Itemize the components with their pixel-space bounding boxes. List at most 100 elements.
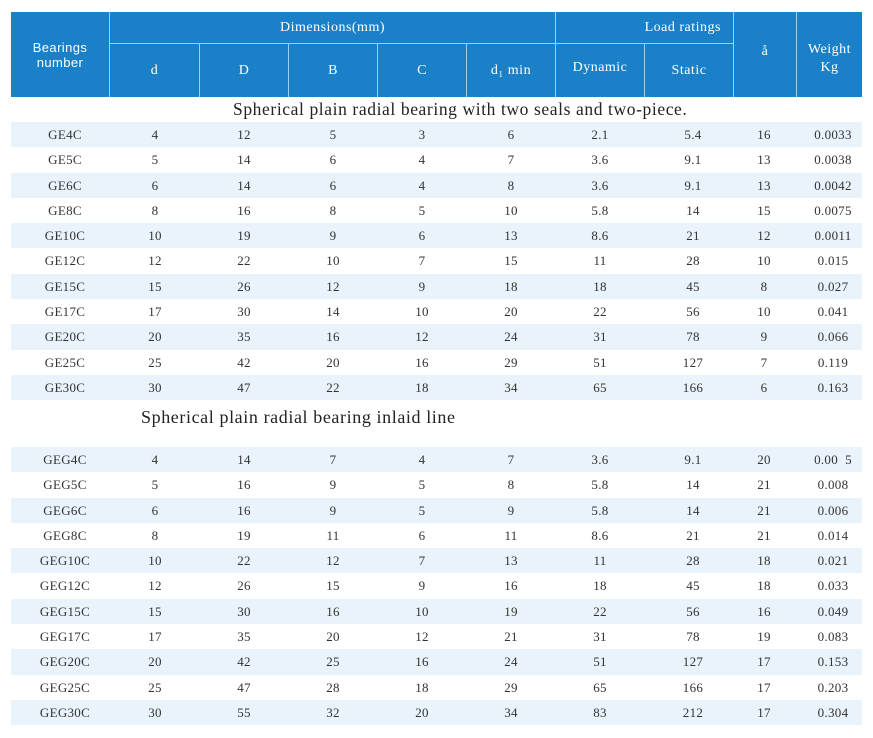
table-row: GE30C 30 47 22 18 34 65 166 6 0.163	[11, 374, 862, 401]
cell-B: 15	[326, 578, 340, 594]
cell-C: 5	[418, 502, 426, 518]
cell-d: 4	[151, 127, 159, 142]
cell-weight: 0.203	[817, 679, 849, 695]
cell-D: 19	[237, 527, 251, 543]
cell-weight: 0.304	[817, 704, 849, 720]
cell-bearing-number: GE10C	[44, 228, 86, 244]
cell-B: 22	[326, 379, 340, 395]
cell-d1-min: 34	[504, 704, 518, 720]
cell-B: 9	[329, 502, 337, 518]
cell-dynamic: 3.6	[591, 152, 609, 168]
table-row: GE12C 12 22 10 7 15 11 28 10 0.015	[11, 248, 862, 273]
cell-B: 9	[329, 477, 337, 493]
cell-d1-min: 18	[504, 278, 518, 294]
cell-dynamic: 18	[593, 578, 607, 594]
cell-B: 16	[326, 329, 340, 345]
header-dimensions-group: Dimensions(mm)	[280, 19, 385, 35]
table-row: GEG12C 12 26 15 9 16 18 45 18 0.033	[11, 573, 862, 598]
table-row: GE20C 20 35 16 12 24 31 78 9 0.066	[11, 324, 862, 350]
table-row: GEG5C 5 16 9 5 8 5.8 14 21 0.008	[11, 472, 862, 497]
cell-D: 30	[237, 603, 251, 619]
header-col-B: B	[328, 62, 338, 78]
header-col-d: d	[150, 62, 159, 78]
cell-bearing-number: GEG15C	[39, 603, 91, 619]
cell-d1-min: 20	[504, 304, 518, 320]
cell-dynamic: 51	[593, 354, 607, 370]
cell-d1-min: 11	[504, 527, 518, 543]
cell-dynamic: 18	[593, 278, 607, 294]
cell-D: 14	[237, 452, 251, 467]
table-row: GEG4C 4 14 7 4 7 3.6 9.1 20 0.00 5	[11, 447, 862, 473]
cell-bearing-number: GEG4C	[43, 452, 87, 467]
cell-D: 26	[237, 578, 251, 594]
cell-d1-min: 10	[504, 202, 518, 218]
cell-d1-min: 29	[504, 354, 518, 370]
cell-bearing-number: GEG25C	[39, 679, 91, 695]
header-col-static: Static	[671, 62, 707, 78]
cell-B: 20	[326, 629, 340, 645]
cell-d: 15	[148, 603, 162, 619]
cell-dynamic: 22	[593, 304, 607, 320]
cell-d: 15	[148, 278, 162, 294]
cell-B: 28	[326, 679, 340, 695]
cell-dynamic: 11	[593, 253, 607, 269]
cell-d1-min: 6	[507, 127, 515, 142]
bearing-table-inlaid-line: GEG4C 4 14 7 4 7 3.6 9.1 20 0.00 5 GEG5C 5 16 9 5 8 5.8 1…	[11, 447, 862, 726]
cell-C: 9	[418, 578, 426, 594]
cell-dynamic: 3.6	[591, 452, 609, 467]
cell-weight: 0.015	[817, 253, 849, 269]
cell-bearing-number: GE6C	[48, 177, 82, 193]
cell-B: 16	[326, 603, 340, 619]
header-col-angle: å	[761, 43, 769, 59]
cell-weight: 0.0038	[814, 152, 852, 168]
cell-dynamic: 51	[593, 654, 607, 670]
cell-dynamic: 11	[593, 553, 607, 569]
cell-bearing-number: GEG6C	[43, 502, 87, 518]
cell-d: 6	[151, 502, 159, 518]
cell-d: 20	[148, 654, 162, 670]
cell-C: 20	[415, 704, 429, 720]
cell-d: 8	[151, 527, 159, 543]
table-row: GE4C 4 12 5 3 6 2.1 5.4 16 0.0033	[11, 122, 862, 148]
cell-D: 26	[237, 278, 251, 294]
cell-C: 16	[415, 354, 429, 370]
cell-weight: 0.153	[817, 654, 849, 670]
cell-weight: 0.027	[817, 278, 849, 294]
cell-dynamic: 22	[593, 603, 607, 619]
table-row: GEG20C 20 42 25 16 24 51 127 17 0.153	[11, 649, 862, 675]
cell-B: 6	[329, 177, 337, 193]
table-row: GEG10C 10 22 12 7 13 11 28 18 0.021	[11, 548, 862, 574]
cell-C: 7	[418, 253, 426, 269]
cell-d: 5	[151, 477, 159, 493]
cell-d: 12	[148, 253, 162, 269]
cell-dynamic: 65	[593, 379, 607, 395]
cell-D: 42	[237, 354, 251, 370]
table-row: GEG8C 8 19 11 6 11 8.6 21 21 0.014	[11, 523, 862, 548]
cell-D: 42	[237, 654, 251, 670]
cell-weight: 0.014	[817, 527, 849, 543]
header-col-C: C	[417, 62, 427, 78]
cell-D: 14	[237, 177, 251, 193]
cell-B: 12	[326, 553, 340, 569]
cell-D: 47	[237, 679, 251, 695]
cell-dynamic: 83	[593, 704, 607, 720]
section-title-inlaid-line: Spherical plain radial bearing inlaid li…	[141, 407, 456, 427]
cell-weight: 0.0042	[814, 177, 852, 193]
cell-dynamic: 5.8	[591, 477, 609, 493]
cell-B: 10	[326, 253, 340, 269]
cell-D: 19	[237, 228, 251, 244]
cell-d: 8	[151, 202, 159, 218]
table-row: GEG25C 25 47 28 18 29 65 166 17 0.203	[11, 675, 862, 700]
cell-C: 10	[415, 304, 429, 320]
cell-weight: 0.041	[817, 304, 849, 320]
cell-C: 5	[418, 477, 426, 493]
cell-bearing-number: GEG5C	[43, 477, 87, 493]
cell-B: 25	[326, 654, 340, 670]
cell-B: 9	[329, 228, 337, 244]
cell-d1-min: 24	[504, 329, 518, 345]
section-title-two-seals: Spherical plain radial bearing with two …	[233, 99, 688, 119]
cell-D: 16	[237, 502, 251, 518]
header-col-D: D	[238, 62, 250, 78]
cell-d1-min: 16	[504, 578, 518, 594]
cell-weight: 0.033	[817, 578, 849, 594]
